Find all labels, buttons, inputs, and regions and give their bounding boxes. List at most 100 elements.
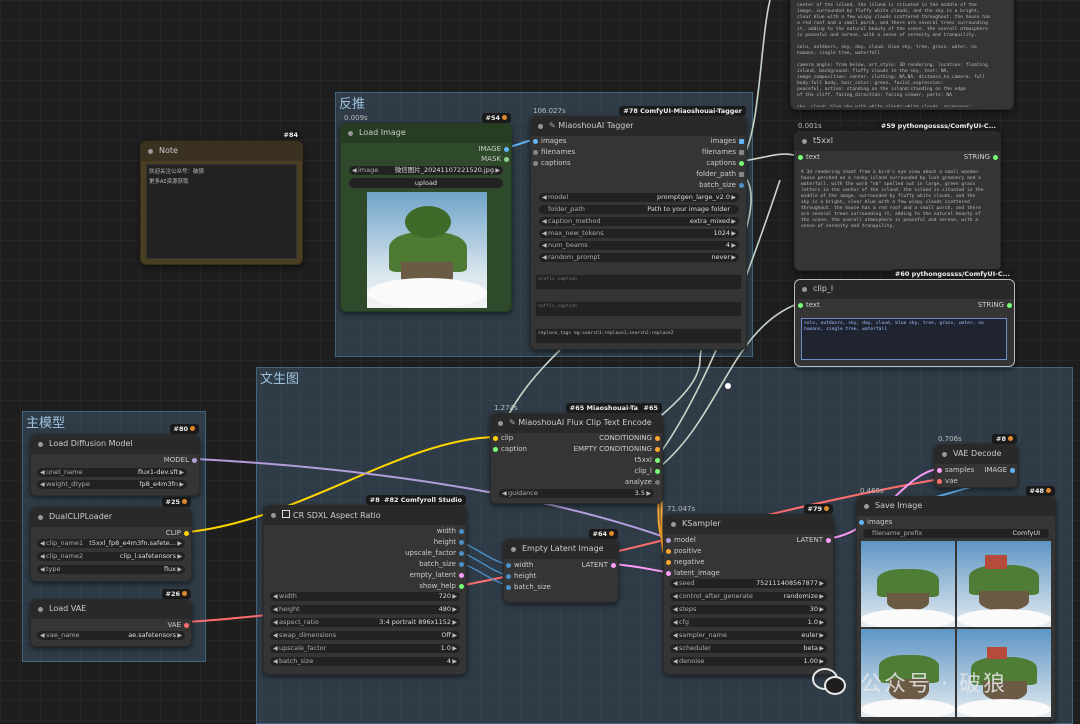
node-header[interactable]: ✎ MiaoshouAI Tagger [531, 117, 746, 136]
t5xxl-node[interactable]: #59 pythongossss/ComfyUI-C... t5xxl text… [794, 121, 1001, 271]
empty-latent-node[interactable]: #64 Empty Latent Image width height batc… [503, 529, 619, 603]
collapse-dot[interactable] [271, 513, 276, 518]
clip-l-node[interactable]: #60 pythongossss/ComfyUI-C... clip_l tex… [794, 269, 1015, 367]
input-caption-pin[interactable] [493, 447, 498, 452]
collapse-dot[interactable] [38, 515, 43, 520]
replace-tags-input[interactable]: replace_tags eg:search1:replace1;search2… [535, 328, 742, 344]
collapse-dot[interactable] [942, 452, 947, 457]
clip-name2-select[interactable]: ◀ clip_name2 clip_l.safetensors ▶ [37, 552, 185, 561]
vae-decode-node[interactable]: #8 VAE Decode samples vae IMAGE [934, 434, 1018, 488]
collapse-dot[interactable] [538, 124, 543, 129]
collapse-dot[interactable] [498, 421, 503, 426]
input-captions-pin[interactable] [533, 161, 538, 166]
swap-dimensions-select[interactable]: ◀ swap_dimensions Off ▶ [270, 631, 460, 640]
width-stepper[interactable]: ◀ width 720 ▶ [270, 592, 460, 601]
load-diffusion-node[interactable]: #80 Load Diffusion Model MODEL ◀ unet_nam… [30, 424, 200, 496]
clip-l-text[interactable]: solo, outdoors, sky, day, cloud, blue sk… [801, 318, 1007, 360]
t5xxl-text[interactable]: A 3d rendering shoot from a bird's eye v… [799, 168, 996, 266]
input-text-pin[interactable] [798, 155, 803, 160]
height-stepper[interactable]: ◀ height 480 ▶ [270, 605, 460, 614]
node-header[interactable]: Load Image [341, 124, 511, 143]
collapse-dot[interactable] [802, 287, 807, 292]
output-pin[interactable] [739, 139, 744, 144]
output-pin[interactable] [739, 172, 744, 177]
input-filenames-pin[interactable] [533, 150, 538, 155]
dualclip-node[interactable]: #25 DualCLIPLoader CLIP ◀ clip_name1 t5xxl… [30, 497, 192, 582]
output-model-pin[interactable] [192, 458, 197, 463]
input-latent-pin[interactable] [666, 571, 671, 576]
result-image-2[interactable] [957, 541, 1051, 627]
batch-size-stepper[interactable]: ◀ batch_size 4 ▶ [270, 657, 460, 666]
upload-button[interactable]: upload [349, 178, 503, 188]
node-header[interactable]: CR SDXL Aspect Ratio [264, 506, 466, 525]
output-image-pin[interactable] [504, 147, 509, 152]
suffix-caption-input[interactable]: suffix_caption [535, 301, 742, 317]
node-header[interactable]: clip_l [795, 280, 1014, 299]
output-string-pin[interactable] [1007, 303, 1012, 308]
output-pin[interactable] [655, 469, 660, 474]
guidance-slider[interactable]: ◀ guidance 3.5 ▶ [499, 489, 654, 498]
ksampler-node[interactable]: #79 KSampler model positive negative lat… [663, 504, 834, 675]
input-positive-pin[interactable] [666, 549, 671, 554]
tagger-node[interactable]: #78 ComfyUI-Miaoshouai-Tagger ✎ Miaoshou… [530, 106, 747, 350]
steps-stepper[interactable]: ◀ steps 30 ▶ [670, 605, 827, 614]
output-pin[interactable] [459, 562, 464, 567]
output-pin[interactable] [739, 183, 744, 188]
output-pin[interactable] [655, 480, 660, 485]
node-header[interactable]: DualCLIPLoader [31, 508, 191, 527]
output-pin[interactable] [459, 573, 464, 578]
control-after-generate-select[interactable]: ◀ control_after_generate randomize ▶ [670, 592, 827, 601]
node-header[interactable]: Save Image [857, 497, 1055, 516]
output-pin[interactable] [655, 458, 660, 463]
weight-dtype-select[interactable]: ◀ weight_dtype fp8_e4m3fn ▶ [37, 480, 187, 489]
output-pin[interactable] [459, 584, 464, 589]
node-header[interactable]: Note [141, 142, 302, 161]
load-vae-node[interactable]: #26 Load VAE VAE ◀ vae_name ae.safetensors… [30, 589, 192, 647]
flux-encode-node[interactable]: #65 Miaoshouai-Ta #65 ✎ MiaoshouAI Flux … [490, 403, 663, 504]
caption-method-select[interactable]: ◀ caption_method extra_mixed ▶ [539, 217, 739, 226]
cr-sdxl-node[interactable]: #82 Cor #82 Comfyroll Studio CR SDXL Asp… [263, 495, 467, 675]
output-mask-pin[interactable] [504, 157, 509, 162]
collapse-dot[interactable] [348, 131, 353, 136]
input-batch-pin[interactable] [506, 585, 511, 590]
input-samples-pin[interactable] [937, 468, 942, 473]
random-prompt-select[interactable]: ◀ random_prompt never ▶ [539, 253, 739, 262]
output-clip-pin[interactable] [184, 531, 189, 536]
collapse-dot[interactable] [511, 547, 516, 552]
upscale-factor-stepper[interactable]: ◀ upscale_factor 1.0 ▶ [270, 644, 460, 653]
output-image-pin[interactable] [1010, 468, 1015, 473]
output-string-pin[interactable] [993, 155, 998, 160]
output-latent-pin[interactable] [611, 563, 616, 568]
filename-prefix-input[interactable]: filename_prefix ComfyUI [863, 529, 1049, 538]
aspect-ratio-select[interactable]: ◀ aspect_ratio 3:4 portrait 896x1152 ▶ [270, 618, 460, 627]
type-select[interactable]: ◀ type flux ▶ [37, 565, 185, 574]
folder-path-input[interactable]: folder_path Path to your image folder [539, 205, 739, 214]
note-text[interactable]: 欢迎关注公众号：破狼 更多AI资源获取 [146, 164, 297, 259]
max-new-tokens-stepper[interactable]: ◀ max_new_tokens 1024 ▶ [539, 229, 739, 238]
output-pin[interactable] [739, 161, 744, 166]
output-pin[interactable] [655, 436, 660, 441]
arrow-right-icon[interactable]: ▶ [495, 166, 500, 175]
scheduler-select[interactable]: ◀ scheduler beta ▶ [670, 644, 827, 653]
input-images-pin[interactable] [533, 139, 538, 144]
show-text-node[interactable]: center of the island. the island is situ… [790, 0, 1014, 110]
result-image-1[interactable] [861, 541, 955, 627]
output-pin[interactable] [459, 551, 464, 556]
collapse-dot[interactable] [148, 149, 153, 154]
arrow-left-icon[interactable]: ◀ [352, 166, 357, 175]
output-vae-pin[interactable] [184, 623, 189, 628]
output-pin[interactable] [739, 150, 744, 155]
collapse-dot[interactable] [864, 504, 869, 509]
node-header[interactable]: Empty Latent Image [504, 540, 618, 559]
collapse-dot[interactable] [671, 522, 676, 527]
collapse-dot[interactable] [38, 442, 43, 447]
node-header[interactable]: t5xxl [795, 132, 1000, 151]
collapse-dot[interactable] [38, 607, 43, 612]
show-text-output[interactable]: center of the island. the island is situ… [795, 1, 1009, 107]
node-header[interactable]: Load Diffusion Model [31, 435, 199, 454]
note-node[interactable]: Note #84 欢迎关注公众号：破狼 更多AI资源获取 [140, 130, 303, 265]
clip-name1-select[interactable]: ◀ clip_name1 t5xxl_fp8_e4m3fn.safete... ▶ [37, 539, 185, 548]
collapse-dot[interactable] [802, 139, 807, 144]
vae-name-select[interactable]: ◀ vae_name ae.safetensors ▶ [37, 631, 185, 640]
input-text-pin[interactable] [798, 303, 803, 308]
